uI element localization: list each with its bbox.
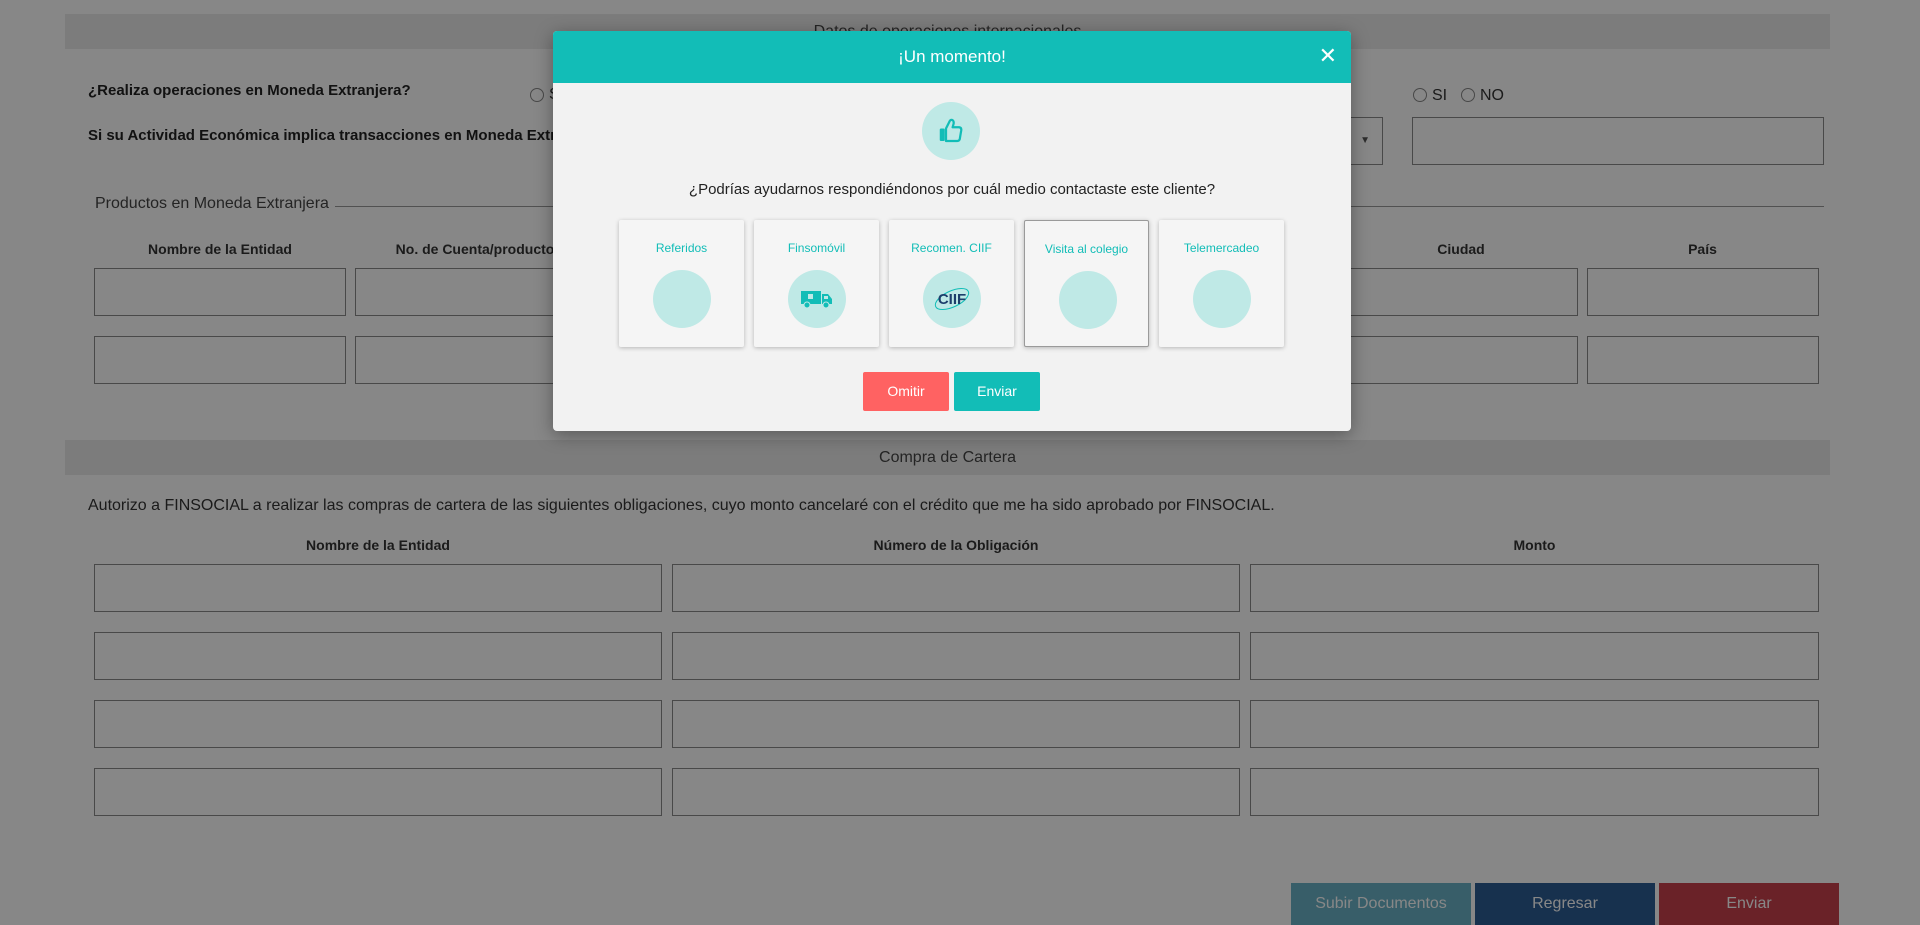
option-telemercadeo[interactable]: Telemercadeo xyxy=(1159,220,1284,347)
option-finsomovil[interactable]: Finsomóvil xyxy=(754,220,879,347)
option-visita-colegio[interactable]: Visita al colegio xyxy=(1024,220,1149,347)
option-blank-icon xyxy=(653,270,711,328)
van-icon xyxy=(788,270,846,328)
send-button[interactable]: Enviar xyxy=(954,372,1040,411)
option-blank-icon xyxy=(1059,271,1117,329)
omit-button[interactable]: Omitir xyxy=(863,372,949,411)
modal-question: ¿Podrías ayudarnos respondiéndonos por c… xyxy=(688,181,1216,198)
contact-source-modal: ¡Un momento! ✕ ¿Podrías ayudarnos respon… xyxy=(553,31,1351,431)
ciif-logo-text: CIIF xyxy=(938,291,966,308)
modal-title: ¡Un momento! xyxy=(898,47,1006,66)
close-icon[interactable]: ✕ xyxy=(1319,31,1337,81)
thumbs-up-icon xyxy=(922,102,980,160)
option-recomen-ciif[interactable]: Recomen. CIIF CIIF xyxy=(889,220,1014,347)
option-label: Recomen. CIIF xyxy=(911,241,992,255)
option-label: Referidos xyxy=(655,241,708,255)
option-referidos[interactable]: Referidos xyxy=(619,220,744,347)
option-label: Finsomóvil xyxy=(787,241,846,255)
option-blank-icon xyxy=(1193,270,1251,328)
option-label: Visita al colegio xyxy=(1044,242,1129,256)
option-label: Telemercadeo xyxy=(1183,241,1260,255)
modal-header: ¡Un momento! ✕ xyxy=(553,31,1351,83)
ciif-logo: CIIF xyxy=(923,270,981,328)
